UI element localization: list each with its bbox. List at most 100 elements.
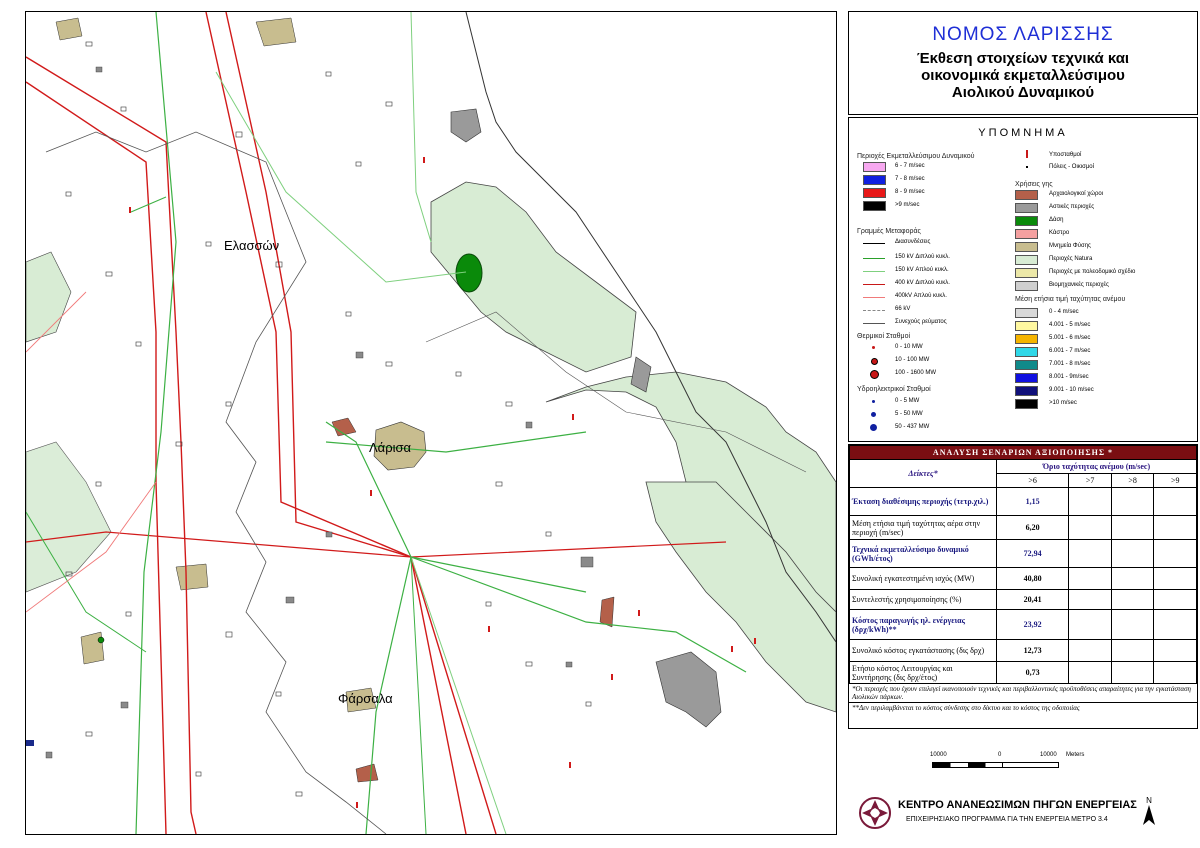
monument-patch-1 <box>175 563 209 591</box>
legend-landuse-swatch-6 <box>1015 255 1038 265</box>
table-row: Συνολικό κόστος εγκατάστασης (δις δρχ) 1… <box>849 639 1197 662</box>
legend-cities-label: Πόλεις - Οικισμοί <box>1049 164 1094 170</box>
legend-wind-label-8: >10 m/sec <box>1049 400 1077 406</box>
legend-panel: ΥΠΟΜΝΗΜΑ Περιοχές Εκμεταλλεύσιμου Δυναμι… <box>848 117 1198 442</box>
scale-bar-left <box>932 762 1004 768</box>
col-threshold: Όριο ταχύτητας ανέμου (m/sec) <box>996 459 1197 474</box>
threshold-8: >8 <box>1110 473 1155 488</box>
line-400kv-5 <box>26 531 727 558</box>
scale-left: 10000 <box>930 752 947 758</box>
filled-patches <box>45 66 594 759</box>
scale-bar: 10000 0 10000 Meters <box>930 752 1090 774</box>
archaeological-site-2 <box>599 596 615 628</box>
legend-thermal-heading: Θερμικοί Σταθμοί <box>857 333 911 340</box>
legend-landuse-label-2: Αστικές περιοχές <box>1049 204 1095 210</box>
legend-wind-label-5: 7.001 - 8 m/sec <box>1049 361 1091 367</box>
row-value-om-cost: 0,73 <box>995 661 1070 684</box>
north-arrow: N <box>1142 796 1156 827</box>
legend-hydro-dot-2 <box>871 412 876 417</box>
subtitle-line-2: οικονομικά εκμεταλλεύσιμου <box>921 67 1125 84</box>
line-150kv-9 <box>410 556 507 834</box>
legend-wind-label-6: 8.001 - 9m/sec <box>1049 374 1089 380</box>
legend-wind-swatch-4 <box>1015 347 1038 357</box>
legend-thermal-dot-2 <box>871 358 878 365</box>
legend-line-label-3: 150 kV Απλού κυκλ. <box>895 267 949 273</box>
legend-hydro-dot-3 <box>870 424 877 431</box>
title-panel: ΝΟΜΟΣ ΛΑΡΙΣΣΗΣ Έκθεση στοιχείων τεχνικά … <box>848 11 1198 115</box>
legend-line-label-4: 400 kV Διπλού κυκλ. <box>895 280 950 286</box>
legend-landuse-swatch-4 <box>1015 229 1038 239</box>
north-label: N <box>1146 796 1152 805</box>
scale-bar-right <box>1002 762 1059 768</box>
legend-landuse-swatch-2 <box>1015 203 1038 213</box>
legend-landuse-swatch-3 <box>1015 216 1038 226</box>
row-label-install-cost: Συνολικό κόστος εγκατάστασης (δις δρχ) <box>849 639 997 662</box>
legend-line-label-5: 400kV Απλού κυκλ. <box>895 293 947 299</box>
row-label-capacity: Συνολική εγκατεστημένη ισχύς (MW) <box>849 567 997 590</box>
line-150kv-7 <box>410 12 432 243</box>
natura-area-southwest <box>26 251 72 343</box>
legend-substation-icon <box>1026 150 1028 158</box>
legend-landuse-label-5: Μνημεία Φύσης <box>1049 243 1091 249</box>
legend-wind-heading: Μέση ετήσια τιμή ταχύτητας ανέμου <box>1015 296 1126 303</box>
map-svg <box>26 12 836 834</box>
legend-hydro-label-3: 50 - 437 MW <box>895 424 930 430</box>
legend-area-swatch-3 <box>863 188 886 198</box>
legend-title: ΥΠΟΜΝΗΜΑ <box>978 127 1068 139</box>
legend-wind-label-1: 0 - 4 m/sec <box>1049 309 1079 315</box>
legend-line-label-1: Διασυνδέσεις <box>895 239 931 245</box>
scenario-title: ΑΝΑΛΥΣΗ ΣΕΝΑΡΙΩΝ ΑΞΙΟΠΟΙΗΣΗΣ * <box>849 445 1197 460</box>
thermal-station-marker <box>97 636 105 644</box>
table-row: Συνολική εγκατεστημένη ισχύς (MW) 40,80 <box>849 567 1197 590</box>
table-row: Μέση ετήσια τιμή ταχύτητας αέρα στην περ… <box>849 515 1197 540</box>
legend-line-sample-3 <box>863 271 885 272</box>
table-row: Κόστος παραγωγής ηλ. ενέργειας (δρχ/kWh)… <box>849 609 1197 640</box>
row-label-om-cost: Ετήσιο κόστος Λειτουργίας και Συντήρησης… <box>849 661 997 684</box>
scale-unit: Meters <box>1066 752 1085 758</box>
threshold-6: >6 <box>995 473 1070 488</box>
monument-patch-5 <box>255 17 297 47</box>
scale-mid: 0 <box>998 752 1002 758</box>
urban-area-southeast <box>655 651 722 728</box>
legend-landuse-label-1: Αρχαιολογικοί χώροι <box>1049 191 1104 197</box>
settlement-patches <box>65 41 592 797</box>
legend-lines-heading: Γραμμές Μεταφοράς <box>857 228 921 235</box>
row-label-potential: Τεχνικά εκμεταλλεύσιμο δυναμικό (GWh/έτο… <box>849 539 997 568</box>
legend-landuse-swatch-8 <box>1015 281 1038 291</box>
row-label-area: Έκταση διαθέσιμης περιοχής (τετρ.χιλ.) <box>849 487 997 516</box>
col-indicators: Δείκτες* <box>849 459 997 488</box>
hydro-station-marker <box>26 740 34 746</box>
legend-landuse-swatch-5 <box>1015 242 1038 252</box>
legend-line-sample-6 <box>863 310 885 311</box>
footer: ΚΕΝΤΡΟ ΑΝΑΝΕΩΣΙΜΩΝ ΠΗΓΩΝ ΕΝΕΡΓΕΙΑΣ ΕΠΙΧΕ… <box>848 790 1168 835</box>
legend-thermal-dot-1 <box>872 346 875 349</box>
legend-line-label-7: Συνεχούς ρεύματος <box>895 319 947 325</box>
footer-program: ΕΠΙΧΕΙΡΗΣΙΑΚΟ ΠΡΟΓΡΑΜΜΑ ΓΙΑ ΤΗΝ ΕΝΕΡΓΕΙΑ… <box>906 816 1108 823</box>
map-subtitle: Έκθεση στοιχείων τεχνικά και οικονομικά … <box>849 50 1197 101</box>
scenario-note-2: **Δεν περιλαμβάνεται το κόστος σύνδεσης … <box>849 702 1197 713</box>
row-value-capacity-factor: 20,41 <box>995 589 1070 610</box>
row-value-install-cost: 12,73 <box>995 639 1070 662</box>
threshold-9: >9 <box>1153 473 1197 488</box>
legend-thermal-label-3: 100 - 1600 MW <box>895 370 937 376</box>
legend-area-swatch-1 <box>863 162 886 172</box>
row-value-cost: 23,92 <box>995 609 1070 640</box>
legend-hydro-dot-1 <box>872 400 875 403</box>
legend-landuse-swatch-1 <box>1015 190 1038 200</box>
row-value-area: 1,15 <box>995 487 1070 516</box>
natura-area-west <box>26 441 112 593</box>
legend-wind-swatch-3 <box>1015 334 1038 344</box>
table-row: Έκταση διαθέσιμης περιοχής (τετρ.χιλ.) 1… <box>849 487 1197 516</box>
prefecture-boundary <box>45 131 387 834</box>
scenario-table: ΑΝΑΛΥΣΗ ΣΕΝΑΡΙΩΝ ΑΞΙΟΠΟΙΗΣΗΣ * Δείκτες* … <box>849 445 1197 684</box>
row-value-capacity: 40,80 <box>995 567 1070 590</box>
place-farsala: Φάρσαλα <box>338 691 393 706</box>
map-canvas[interactable]: Ελασσών Λάρισα Φάρσαλα <box>25 11 837 835</box>
subtitle-line-1: Έκθεση στοιχείων τεχνικά και <box>916 50 1130 67</box>
legend-line-label-6: 66 kV <box>895 306 911 312</box>
scale-right: 10000 <box>1040 752 1057 758</box>
row-label-cost: Κόστος παραγωγής ηλ. ενέργειας (δρχ/kWh)… <box>849 609 997 640</box>
legend-landuse-label-4: Κάστρο <box>1049 230 1070 236</box>
legend-substations-label: Υποσταθμοί <box>1049 152 1082 158</box>
legend-areas-heading: Περιοχές Εκμεταλλεύσιμου Δυναμικού <box>857 153 975 160</box>
